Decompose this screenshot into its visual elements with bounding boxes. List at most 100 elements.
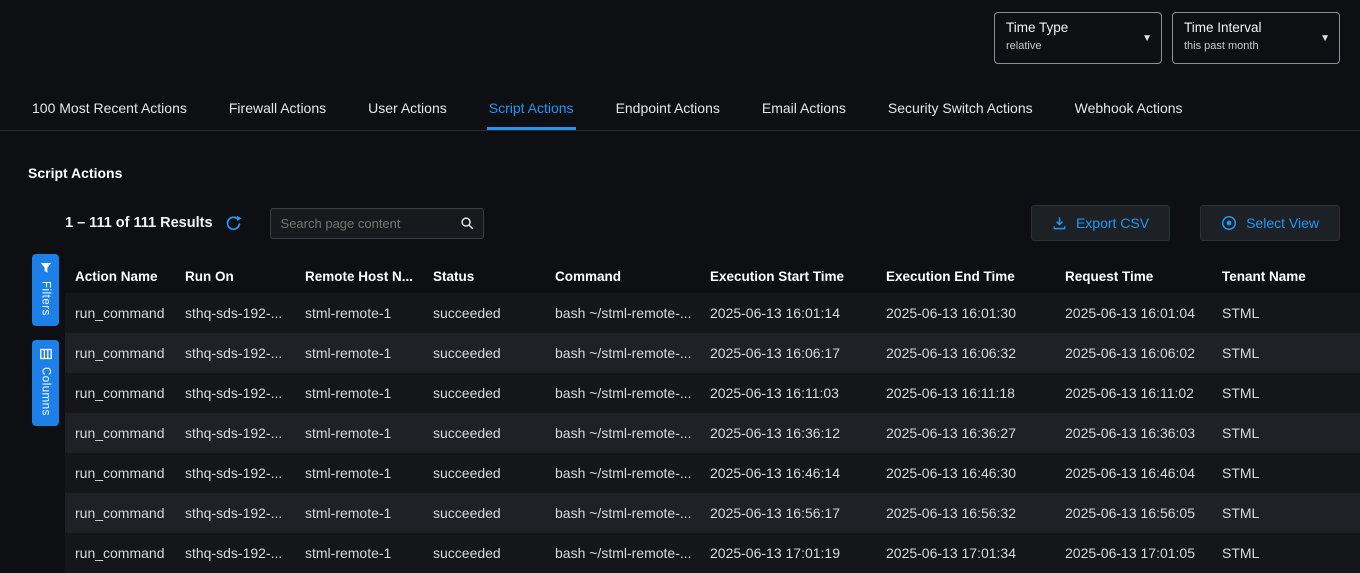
column-header-run-on[interactable]: Run On xyxy=(185,269,305,284)
columns-button[interactable]: Columns xyxy=(32,340,59,426)
cell-status: succeeded xyxy=(433,465,555,481)
column-header-status[interactable]: Status xyxy=(433,269,555,284)
cell-request-time: 2025-06-13 16:01:04 xyxy=(1065,305,1222,321)
cell-tenant-name: STML xyxy=(1222,345,1360,361)
search-input[interactable] xyxy=(279,215,460,232)
chevron-down-icon: ▼ xyxy=(1142,33,1152,44)
chevron-down-icon: ▼ xyxy=(1320,33,1330,44)
table-body: run_commandsthq-sds-192-...stml-remote-1… xyxy=(65,293,1360,573)
cell-request-time: 2025-06-13 16:06:02 xyxy=(1065,345,1222,361)
cell-execution-end-time: 2025-06-13 16:11:18 xyxy=(886,385,1065,401)
filter-funnel-icon xyxy=(40,262,52,274)
cell-tenant-name: STML xyxy=(1222,385,1360,401)
cell-run-on: sthq-sds-192-... xyxy=(185,505,305,521)
cell-run-on: sthq-sds-192-... xyxy=(185,305,305,321)
cell-command: bash ~/stml-remote-... xyxy=(555,545,710,561)
table-header-row: Action NameRun OnRemote Host N...StatusC… xyxy=(65,259,1360,293)
filters-button[interactable]: Filters xyxy=(32,254,59,326)
cell-remote-host-name: stml-remote-1 xyxy=(305,465,433,481)
cell-remote-host-name: stml-remote-1 xyxy=(305,505,433,521)
cell-request-time: 2025-06-13 16:56:05 xyxy=(1065,505,1222,521)
toolbar: 1 – 111 of 111 Results Export CSV Select… xyxy=(65,205,1340,241)
tab-firewall-actions[interactable]: Firewall Actions xyxy=(227,90,328,130)
refresh-button[interactable] xyxy=(225,215,242,232)
table-row[interactable]: run_commandsthq-sds-192-...stml-remote-1… xyxy=(65,293,1360,333)
tab-email-actions[interactable]: Email Actions xyxy=(760,90,848,130)
cell-command: bash ~/stml-remote-... xyxy=(555,505,710,521)
cell-status: succeeded xyxy=(433,345,555,361)
cell-remote-host-name: stml-remote-1 xyxy=(305,345,433,361)
cell-remote-host-name: stml-remote-1 xyxy=(305,545,433,561)
side-rail: Filters Columns xyxy=(32,254,59,426)
cell-request-time: 2025-06-13 16:11:02 xyxy=(1065,385,1222,401)
cell-request-time: 2025-06-13 16:36:03 xyxy=(1065,425,1222,441)
column-header-execution-end-time[interactable]: Execution End Time xyxy=(886,269,1065,284)
time-interval-dropdown[interactable]: Time Interval this past month ▼ xyxy=(1172,12,1340,64)
cell-execution-end-time: 2025-06-13 16:01:30 xyxy=(886,305,1065,321)
tab-user-actions[interactable]: User Actions xyxy=(366,90,449,130)
table-row[interactable]: run_commandsthq-sds-192-...stml-remote-1… xyxy=(65,533,1360,573)
tab-security-switch-actions[interactable]: Security Switch Actions xyxy=(886,90,1035,130)
time-type-label: Time Type xyxy=(1006,20,1139,35)
tab-webhook-actions[interactable]: Webhook Actions xyxy=(1073,90,1185,130)
tab-endpoint-actions[interactable]: Endpoint Actions xyxy=(614,90,722,130)
column-header-tenant-name[interactable]: Tenant Name xyxy=(1222,269,1360,284)
cell-command: bash ~/stml-remote-... xyxy=(555,465,710,481)
column-header-command[interactable]: Command xyxy=(555,269,710,284)
cell-action-name: run_command xyxy=(65,425,185,441)
cell-action-name: run_command xyxy=(65,465,185,481)
cell-remote-host-name: stml-remote-1 xyxy=(305,425,433,441)
time-type-dropdown[interactable]: Time Type relative ▼ xyxy=(994,12,1162,64)
cell-execution-start-time: 2025-06-13 16:06:17 xyxy=(710,345,886,361)
cell-execution-end-time: 2025-06-13 17:01:34 xyxy=(886,545,1065,561)
cell-execution-end-time: 2025-06-13 16:56:32 xyxy=(886,505,1065,521)
search-icon xyxy=(460,216,475,231)
cell-run-on: sthq-sds-192-... xyxy=(185,465,305,481)
select-view-button[interactable]: Select View xyxy=(1200,205,1340,241)
cell-command: bash ~/stml-remote-... xyxy=(555,305,710,321)
column-header-action-name[interactable]: Action Name xyxy=(65,269,185,284)
cell-execution-start-time: 2025-06-13 17:01:19 xyxy=(710,545,886,561)
cell-run-on: sthq-sds-192-... xyxy=(185,425,305,441)
cell-status: succeeded xyxy=(433,425,555,441)
time-interval-value: this past month xyxy=(1184,40,1317,52)
table-row[interactable]: run_commandsthq-sds-192-...stml-remote-1… xyxy=(65,333,1360,373)
column-header-request-time[interactable]: Request Time xyxy=(1065,269,1222,284)
select-view-label: Select View xyxy=(1246,215,1319,231)
page-title: Script Actions xyxy=(28,165,1360,181)
cell-action-name: run_command xyxy=(65,345,185,361)
cell-execution-start-time: 2025-06-13 16:46:14 xyxy=(710,465,886,481)
cell-execution-start-time: 2025-06-13 16:56:17 xyxy=(710,505,886,521)
table-row[interactable]: run_commandsthq-sds-192-...stml-remote-1… xyxy=(65,373,1360,413)
cell-run-on: sthq-sds-192-... xyxy=(185,545,305,561)
cell-execution-start-time: 2025-06-13 16:11:03 xyxy=(710,385,886,401)
results-count: 1 – 111 of 111 Results xyxy=(65,215,213,231)
tab-100-most-recent-actions[interactable]: 100 Most Recent Actions xyxy=(30,90,189,130)
cell-action-name: run_command xyxy=(65,305,185,321)
cell-command: bash ~/stml-remote-... xyxy=(555,345,710,361)
cell-execution-start-time: 2025-06-13 16:01:14 xyxy=(710,305,886,321)
table-row[interactable]: run_commandsthq-sds-192-...stml-remote-1… xyxy=(65,493,1360,533)
tab-bar: 100 Most Recent Actions Firewall Actions U… xyxy=(0,90,1360,131)
cell-tenant-name: STML xyxy=(1222,425,1360,441)
cell-command: bash ~/stml-remote-... xyxy=(555,385,710,401)
export-csv-button[interactable]: Export CSV xyxy=(1031,205,1170,241)
cell-tenant-name: STML xyxy=(1222,305,1360,321)
table-row[interactable]: run_commandsthq-sds-192-...stml-remote-1… xyxy=(65,453,1360,493)
cell-remote-host-name: stml-remote-1 xyxy=(305,385,433,401)
cell-run-on: sthq-sds-192-... xyxy=(185,385,305,401)
column-header-remote-host-name[interactable]: Remote Host N... xyxy=(305,269,433,284)
cell-status: succeeded xyxy=(433,505,555,521)
cell-execution-end-time: 2025-06-13 16:46:30 xyxy=(886,465,1065,481)
cell-run-on: sthq-sds-192-... xyxy=(185,345,305,361)
tab-script-actions[interactable]: Script Actions xyxy=(487,90,576,130)
table-row[interactable]: run_commandsthq-sds-192-...stml-remote-1… xyxy=(65,413,1360,453)
refresh-icon xyxy=(225,215,242,232)
column-header-execution-start-time[interactable]: Execution Start Time xyxy=(710,269,886,284)
columns-icon xyxy=(40,348,52,360)
cell-remote-host-name: stml-remote-1 xyxy=(305,305,433,321)
eye-icon xyxy=(1221,215,1237,231)
cell-tenant-name: STML xyxy=(1222,505,1360,521)
download-icon xyxy=(1052,216,1067,231)
cell-execution-end-time: 2025-06-13 16:36:27 xyxy=(886,425,1065,441)
